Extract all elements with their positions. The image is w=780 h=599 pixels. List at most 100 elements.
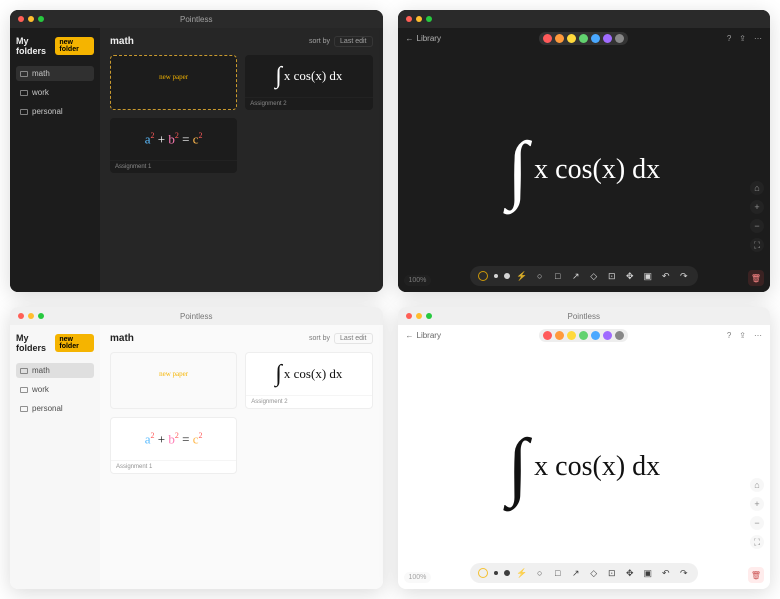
color-swatch-gray[interactable] xyxy=(615,34,624,43)
undo-icon[interactable]: ↶ xyxy=(660,270,672,282)
color-swatch-blue[interactable] xyxy=(591,34,600,43)
new-paper-button[interactable]: new paper xyxy=(110,55,237,110)
pen-tool[interactable] xyxy=(478,568,488,578)
color-palette[interactable] xyxy=(539,329,628,342)
move-tool[interactable]: ✥ xyxy=(624,270,636,282)
titlebar[interactable]: Pointless xyxy=(10,10,383,28)
circle-tool[interactable]: ○ xyxy=(534,567,546,579)
drawing-canvas[interactable]: ∫x cos(x) dx ⌂ + − ⛶ ⚡ ○ □ ↗ ◇ ⊡ xyxy=(398,345,771,589)
share-icon[interactable]: ⇪ xyxy=(739,331,746,340)
sidebar-item-math[interactable]: math xyxy=(16,363,94,378)
zoom-out-icon[interactable]: − xyxy=(750,219,764,233)
paper-card[interactable]: ∫x cos(x) dx Assignment 2 xyxy=(245,55,372,110)
minimize-icon[interactable] xyxy=(416,16,422,22)
titlebar[interactable]: Pointless xyxy=(10,307,383,325)
fit-icon[interactable]: ⛶ xyxy=(750,238,764,252)
brush-large[interactable] xyxy=(504,273,510,279)
color-palette[interactable] xyxy=(539,32,628,45)
color-swatch-yellow[interactable] xyxy=(567,34,576,43)
paper-card[interactable]: a2 + b2 = c2 Assignment 1 xyxy=(110,118,237,173)
color-swatch-red[interactable] xyxy=(543,331,552,340)
sidebar-item-personal[interactable]: personal xyxy=(16,104,94,119)
minimize-icon[interactable] xyxy=(28,16,34,22)
pen-tool[interactable] xyxy=(478,271,488,281)
highlighter-tool[interactable]: ⚡ xyxy=(516,567,528,579)
eraser-tool[interactable]: ◇ xyxy=(588,270,600,282)
brush-small[interactable] xyxy=(494,274,498,278)
zoom-out-icon[interactable]: − xyxy=(750,516,764,530)
help-icon[interactable]: ? xyxy=(727,34,731,43)
close-icon[interactable] xyxy=(18,16,24,22)
color-swatch-red[interactable] xyxy=(543,34,552,43)
sidebar-item-work[interactable]: work xyxy=(16,85,94,100)
new-folder-button[interactable]: new folder xyxy=(55,334,94,352)
color-swatch-purple[interactable] xyxy=(603,331,612,340)
fit-icon[interactable]: ⛶ xyxy=(750,535,764,549)
undo-icon[interactable]: ↶ xyxy=(660,567,672,579)
eraser-tool[interactable]: ◇ xyxy=(588,567,600,579)
select-tool[interactable]: ⊡ xyxy=(606,270,618,282)
arrow-tool[interactable]: ↗ xyxy=(570,270,582,282)
delete-button[interactable]: 🗑 xyxy=(748,270,764,286)
color-swatch-orange[interactable] xyxy=(555,331,564,340)
close-icon[interactable] xyxy=(406,16,412,22)
traffic-lights[interactable] xyxy=(18,313,44,319)
sort-control[interactable]: sort byLast edit xyxy=(309,333,372,344)
titlebar[interactable]: Pointless xyxy=(398,307,771,325)
color-swatch-green[interactable] xyxy=(579,331,588,340)
paper-card[interactable]: a2 + b2 = c2 Assignment 1 xyxy=(110,417,237,474)
minimize-icon[interactable] xyxy=(28,313,34,319)
zoom-indicator[interactable]: 100% xyxy=(404,572,432,583)
sort-control[interactable]: sort byLast edit xyxy=(309,36,372,47)
zoom-in-icon[interactable]: + xyxy=(750,497,764,511)
close-icon[interactable] xyxy=(406,313,412,319)
titlebar[interactable] xyxy=(398,10,771,28)
minimize-icon[interactable] xyxy=(416,313,422,319)
delete-button[interactable]: 🗑 xyxy=(748,567,764,583)
new-paper-button[interactable]: new paper xyxy=(110,352,237,409)
drawing-canvas[interactable]: ∫x cos(x) dx ⌂ + − ⛶ ⚡ ○ □ ↗ ◇ ⊡ xyxy=(398,48,771,292)
help-icon[interactable]: ? xyxy=(727,331,731,340)
close-icon[interactable] xyxy=(18,313,24,319)
move-tool[interactable]: ✥ xyxy=(624,567,636,579)
sidebar-item-personal[interactable]: personal xyxy=(16,401,94,416)
home-icon[interactable]: ⌂ xyxy=(750,478,764,492)
square-tool[interactable]: □ xyxy=(552,270,564,282)
traffic-lights[interactable] xyxy=(18,16,44,22)
arrow-tool[interactable]: ↗ xyxy=(570,567,582,579)
paper-card[interactable]: ∫x cos(x) dx Assignment 2 xyxy=(245,352,372,409)
select-tool[interactable]: ⊡ xyxy=(606,567,618,579)
color-swatch-blue[interactable] xyxy=(591,331,600,340)
crop-tool[interactable]: ▣ xyxy=(642,270,654,282)
circle-tool[interactable]: ○ xyxy=(534,270,546,282)
new-folder-button[interactable]: new folder xyxy=(55,37,94,55)
fullscreen-icon[interactable] xyxy=(426,313,432,319)
fullscreen-icon[interactable] xyxy=(38,313,44,319)
zoom-in-icon[interactable]: + xyxy=(750,200,764,214)
share-icon[interactable]: ⇪ xyxy=(739,34,746,43)
home-icon[interactable]: ⌂ xyxy=(750,181,764,195)
back-to-library[interactable]: ←Library xyxy=(406,34,441,43)
redo-icon[interactable]: ↷ xyxy=(678,270,690,282)
highlighter-tool[interactable]: ⚡ xyxy=(516,270,528,282)
sidebar-item-work[interactable]: work xyxy=(16,382,94,397)
color-swatch-yellow[interactable] xyxy=(567,331,576,340)
color-swatch-gray[interactable] xyxy=(615,331,624,340)
fullscreen-icon[interactable] xyxy=(38,16,44,22)
fullscreen-icon[interactable] xyxy=(426,16,432,22)
sidebar-item-math[interactable]: math xyxy=(16,66,94,81)
brush-large[interactable] xyxy=(504,570,510,576)
color-swatch-green[interactable] xyxy=(579,34,588,43)
redo-icon[interactable]: ↷ xyxy=(678,567,690,579)
zoom-indicator[interactable]: 100% xyxy=(404,275,432,286)
brush-small[interactable] xyxy=(494,571,498,575)
color-swatch-purple[interactable] xyxy=(603,34,612,43)
crop-tool[interactable]: ▣ xyxy=(642,567,654,579)
settings-icon[interactable]: ⋯ xyxy=(754,331,762,340)
square-tool[interactable]: □ xyxy=(552,567,564,579)
color-swatch-orange[interactable] xyxy=(555,34,564,43)
traffic-lights[interactable] xyxy=(406,313,432,319)
traffic-lights[interactable] xyxy=(406,16,432,22)
back-to-library[interactable]: ←Library xyxy=(406,331,441,340)
settings-icon[interactable]: ⋯ xyxy=(754,34,762,43)
